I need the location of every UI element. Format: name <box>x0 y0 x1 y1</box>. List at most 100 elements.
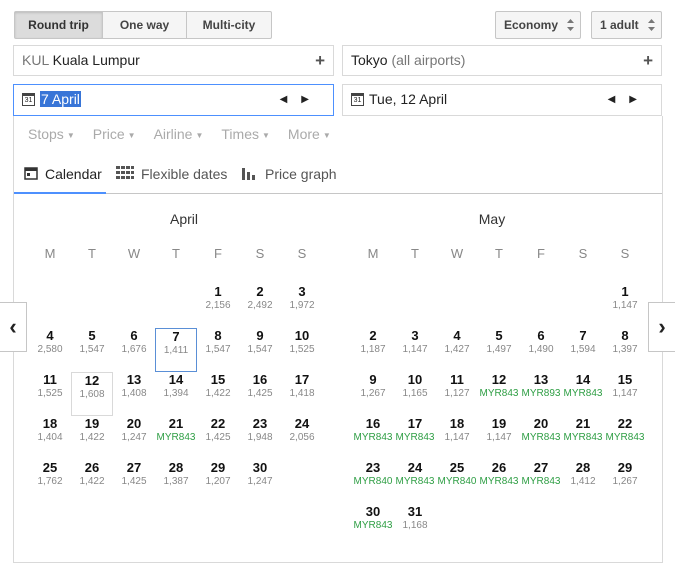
depart-date-field[interactable]: 31 7 April ◀▶ <box>13 84 334 116</box>
calendar-day[interactable]: 24 MYR843 <box>394 460 436 504</box>
calendar-day[interactable]: 27 1,425 <box>113 460 155 504</box>
next-month-button[interactable]: › <box>648 302 675 352</box>
filter-price[interactable]: Price ▼ <box>93 126 136 142</box>
calendar-day[interactable]: 29 1,207 <box>197 460 239 504</box>
round-trip-button[interactable]: Round trip <box>15 12 103 38</box>
calendar-day[interactable]: 12 MYR843 <box>478 372 520 416</box>
calendar-day[interactable]: 3 1,972 <box>281 284 323 328</box>
calendar-day[interactable]: 15 1,422 <box>197 372 239 416</box>
day-number: 1 <box>214 284 222 299</box>
calendar-day[interactable]: 12 1,608 <box>71 372 113 416</box>
calendar-day[interactable]: 6 1,676 <box>113 328 155 372</box>
tab-price-graph[interactable]: Price graph <box>242 160 352 194</box>
multi-city-button[interactable]: Multi-city <box>187 12 271 38</box>
calendar-day[interactable]: 9 1,267 <box>352 372 394 416</box>
destination-field[interactable]: Tokyo (all airports) + <box>342 45 662 76</box>
calendar-day[interactable]: 4 1,427 <box>436 328 478 372</box>
return-date-field[interactable]: 31 Tue, 12 April ◀▶ <box>342 84 662 116</box>
calendar-day[interactable]: 10 1,165 <box>394 372 436 416</box>
tab-calendar[interactable]: Calendar <box>14 160 106 194</box>
calendar-day[interactable]: 28 1,387 <box>155 460 197 504</box>
filter-more[interactable]: More ▼ <box>288 126 331 142</box>
calendar-day[interactable]: 13 MYR893 <box>520 372 562 416</box>
calendar-day[interactable]: 25 MYR840 <box>436 460 478 504</box>
calendar-day[interactable]: 27 MYR843 <box>520 460 562 504</box>
calendar-day[interactable]: 19 1,147 <box>478 416 520 460</box>
calendar-day[interactable]: 31 1,168 <box>394 504 436 548</box>
day-number: 14 <box>575 372 591 387</box>
origin-field[interactable]: KUL Kuala Lumpur + <box>13 45 334 76</box>
calendar-day[interactable]: 14 MYR843 <box>562 372 604 416</box>
cabin-class-select[interactable]: Economy <box>495 11 581 39</box>
day-number: 7 <box>172 329 180 344</box>
calendar-day[interactable]: 16 MYR843 <box>352 416 394 460</box>
filter-stops[interactable]: Stops ▼ <box>28 126 75 142</box>
calendar-day[interactable]: 18 1,147 <box>436 416 478 460</box>
calendar-day[interactable]: 5 1,547 <box>71 328 113 372</box>
calendar-day[interactable]: 13 1,408 <box>113 372 155 416</box>
calendar-day[interactable]: 10 1,525 <box>281 328 323 372</box>
calendar-day[interactable]: 9 1,547 <box>239 328 281 372</box>
calendar-day[interactable]: 30 MYR843 <box>352 504 394 548</box>
passengers-select[interactable]: 1 adult <box>591 11 662 39</box>
calendar-day[interactable]: 15 1,147 <box>604 372 646 416</box>
calendar-day[interactable]: 19 1,422 <box>71 416 113 460</box>
calendar-day[interactable]: 24 2,056 <box>281 416 323 460</box>
calendar-day[interactable]: 21 MYR843 <box>155 416 197 460</box>
calendar-day[interactable]: 30 1,247 <box>239 460 281 504</box>
calendar-day[interactable]: 17 MYR843 <box>394 416 436 460</box>
calendar-day[interactable]: 6 1,490 <box>520 328 562 372</box>
calendar-day[interactable]: 23 1,948 <box>239 416 281 460</box>
calendar-day[interactable]: 22 1,425 <box>197 416 239 460</box>
calendar-day[interactable]: 14 1,394 <box>155 372 197 416</box>
prev-day-icon[interactable]: ◀ <box>280 94 302 105</box>
calendar-day[interactable]: 23 MYR840 <box>352 460 394 504</box>
calendar-day[interactable]: 25 1,762 <box>29 460 71 504</box>
calendar-day[interactable]: 8 1,397 <box>604 328 646 372</box>
day-number: 22 <box>617 416 633 431</box>
next-day-icon[interactable]: ▶ <box>301 94 323 105</box>
calendar-day[interactable]: 8 1,547 <box>197 328 239 372</box>
calendar-day[interactable]: 16 1,425 <box>239 372 281 416</box>
day-price: 1,147 <box>486 432 512 443</box>
calendar-day[interactable]: 17 1,418 <box>281 372 323 416</box>
day-price: 1,147 <box>444 432 470 443</box>
calendar-day[interactable]: 4 2,580 <box>29 328 71 372</box>
calendar-day[interactable]: 22 MYR843 <box>604 416 646 460</box>
calendar-day[interactable]: 11 1,127 <box>436 372 478 416</box>
depart-date-stepper[interactable]: ◀▶ <box>280 85 323 114</box>
calendar-day[interactable]: 18 1,404 <box>29 416 71 460</box>
calendar-day[interactable]: 20 1,247 <box>113 416 155 460</box>
calendar-day[interactable]: 1 1,147 <box>604 284 646 328</box>
calendar-day[interactable]: 1 2,156 <box>197 284 239 328</box>
calendar-day[interactable]: 3 1,147 <box>394 328 436 372</box>
calendar-day[interactable]: 26 MYR843 <box>478 460 520 504</box>
add-destination-icon[interactable]: + <box>643 46 653 75</box>
day-price: 1,525 <box>289 344 315 355</box>
calendar-day[interactable]: 20 MYR843 <box>520 416 562 460</box>
calendar-day[interactable]: 7 1,594 <box>562 328 604 372</box>
calendar-day[interactable]: 11 1,525 <box>29 372 71 416</box>
calendar-day[interactable]: 2 1,187 <box>352 328 394 372</box>
weekday-header: T <box>495 246 503 261</box>
calendar-day[interactable]: 2 2,492 <box>239 284 281 328</box>
filter-times[interactable]: Times ▼ <box>221 126 270 142</box>
day-number: 8 <box>621 328 629 343</box>
add-origin-icon[interactable]: + <box>315 46 325 75</box>
calendar-day[interactable]: 29 1,267 <box>604 460 646 504</box>
filter-airline[interactable]: Airline ▼ <box>154 126 204 142</box>
calendar-day[interactable]: 26 1,422 <box>71 460 113 504</box>
calendar-day[interactable]: 28 1,412 <box>562 460 604 504</box>
day-price: MYR843 <box>521 476 561 487</box>
calendar-day[interactable]: 7 1,411 <box>155 328 197 372</box>
calendar-day[interactable]: 5 1,497 <box>478 328 520 372</box>
one-way-button[interactable]: One way <box>103 12 187 38</box>
calendar-day[interactable]: 21 MYR843 <box>562 416 604 460</box>
tab-flexible-dates[interactable]: Flexible dates <box>116 160 236 194</box>
day-number: 9 <box>369 372 377 387</box>
day-price: MYR843 <box>395 432 435 443</box>
prev-day-icon[interactable]: ◀ <box>608 94 630 105</box>
previous-month-button[interactable]: ‹ <box>0 302 27 352</box>
next-day-icon[interactable]: ▶ <box>629 94 651 105</box>
return-date-stepper[interactable]: ◀▶ <box>608 85 651 114</box>
